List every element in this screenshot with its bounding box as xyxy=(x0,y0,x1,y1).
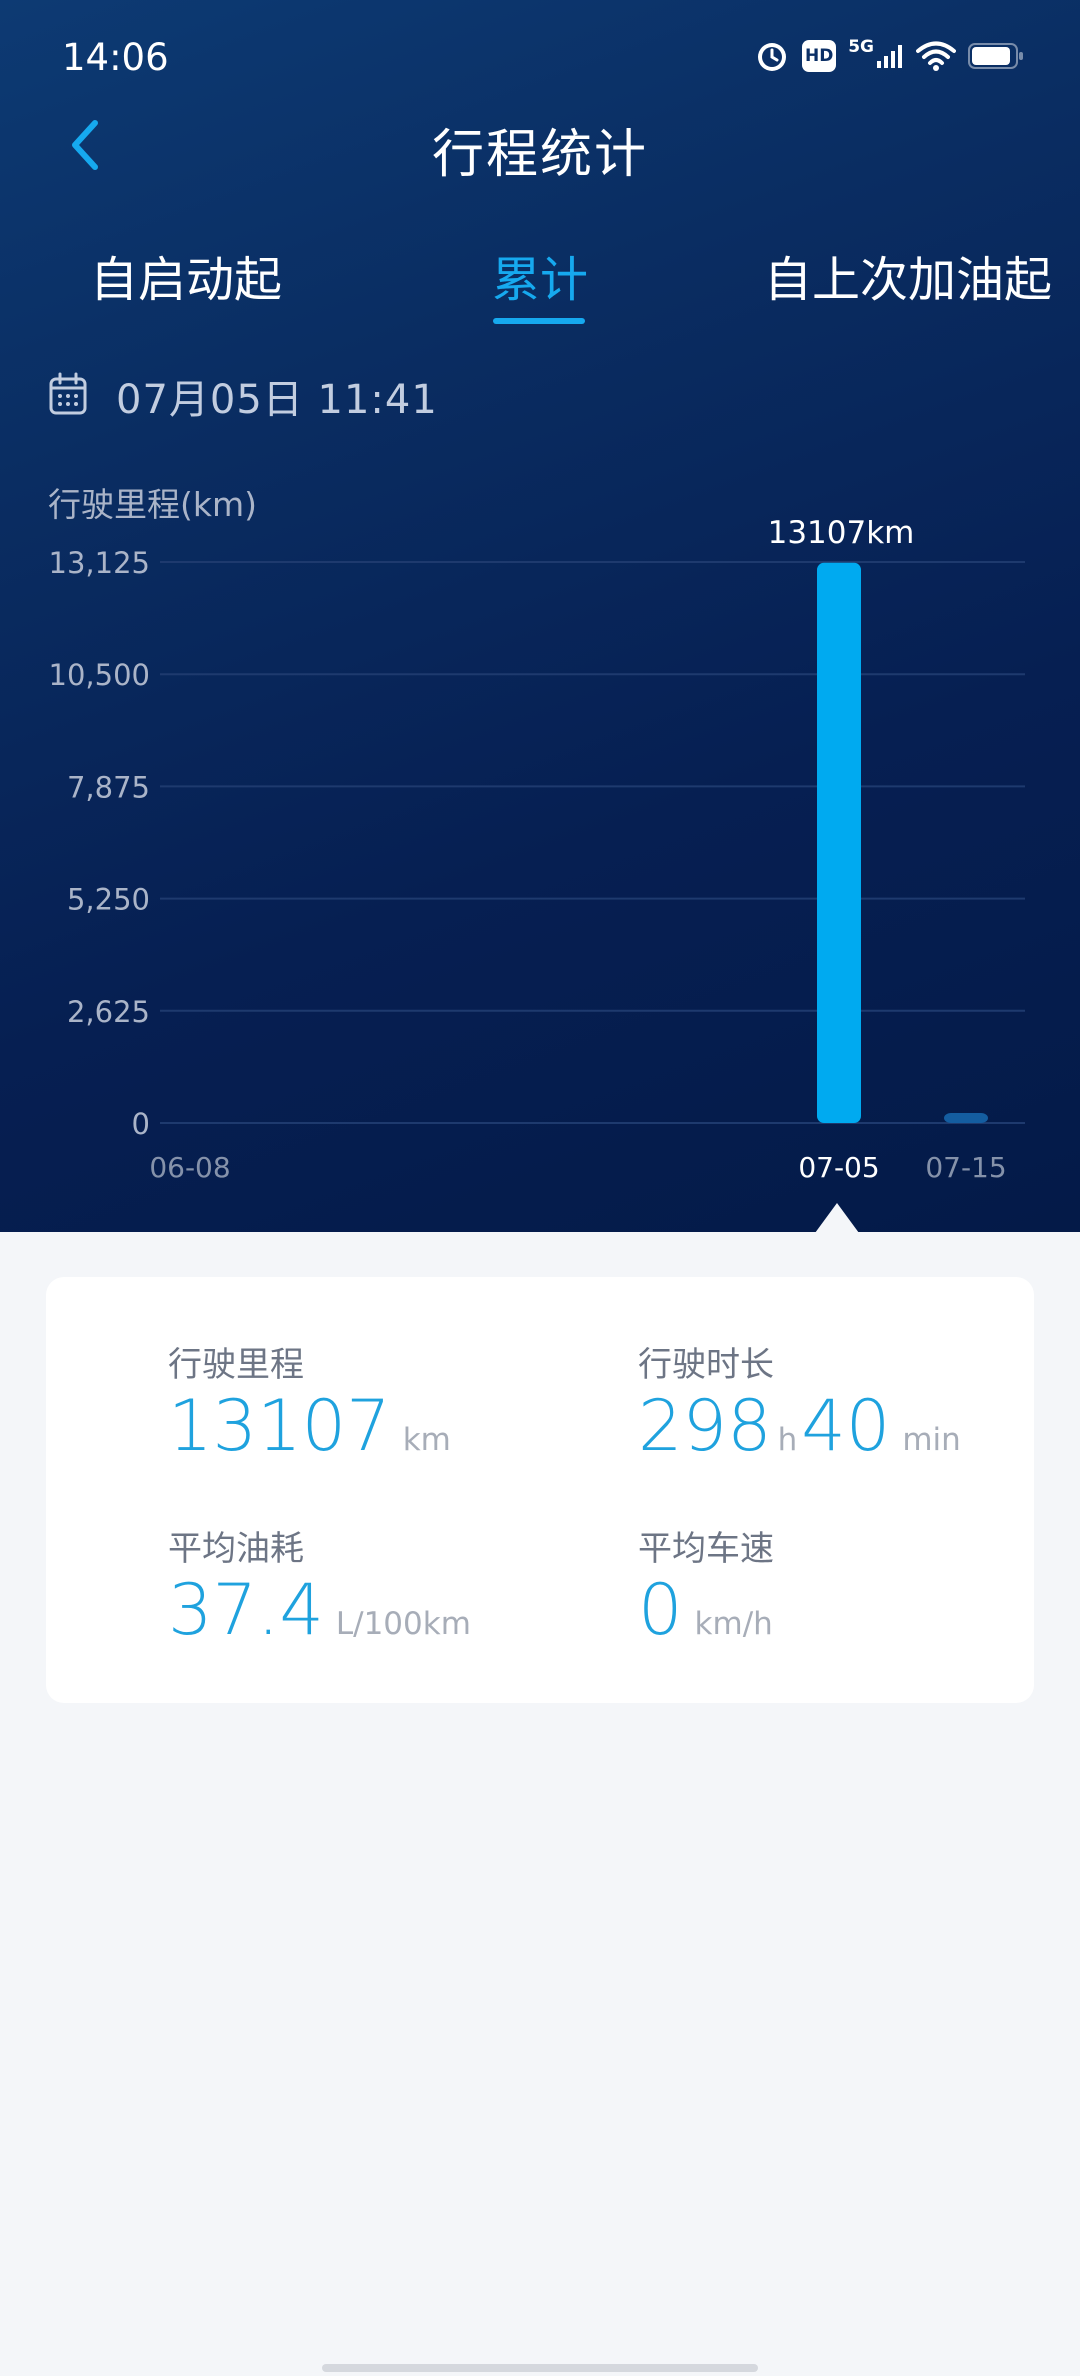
hd-icon: HD xyxy=(802,40,837,72)
network-label: 5G xyxy=(848,37,874,57)
tab-cumulative[interactable]: 累计 xyxy=(492,240,588,310)
bar xyxy=(817,562,861,1123)
stat-duration-minutes-unit: min xyxy=(902,1422,961,1458)
mileage-chart: 0 2,625 5,250 7,875 10,500 13,125 06-08 07-05 07… xyxy=(0,520,1080,1200)
alarm-icon xyxy=(754,38,790,74)
status-icons: HD 5G xyxy=(754,37,1024,74)
stat-speed: 平均车速 0 km/h xyxy=(638,1521,774,1648)
stat-fuel-value: 37.4 xyxy=(168,1569,324,1651)
stat-duration-label: 行驶时长 xyxy=(638,1345,774,1385)
tab-since-start[interactable]: 自启动起 xyxy=(90,240,282,310)
y-tick-label: 10,500 xyxy=(49,658,150,692)
date-row[interactable]: 07月05日 11:41 xyxy=(48,368,438,424)
stat-duration: 行驶时长 298 h 40 min xyxy=(638,1337,961,1464)
tab-bar: 自启动起 累计 自上次加油起 xyxy=(0,240,1080,330)
wifi-icon xyxy=(916,40,956,72)
x-tick-label: 07-15 xyxy=(925,1151,1006,1184)
calendar-icon xyxy=(48,372,88,420)
stat-fuel-unit: L/100km xyxy=(335,1606,471,1642)
stat-distance-label: 行驶里程 xyxy=(168,1345,304,1385)
stat-distance: 行驶里程 13107 km xyxy=(168,1337,451,1464)
signal-5g-icon: 5G xyxy=(848,37,904,69)
home-indicator[interactable] xyxy=(322,2364,758,2372)
stat-speed-value: 0 xyxy=(638,1569,683,1651)
bar-data-label: 13107km xyxy=(768,520,915,551)
selection-pointer xyxy=(815,1203,859,1233)
date-text: 07月05日 11:41 xyxy=(116,377,438,423)
chart-svg: 0 2,625 5,250 7,875 10,500 13,125 06-08 07-05 07… xyxy=(49,520,1025,1184)
chart-y-axis-title: 行驶里程(km) xyxy=(48,485,258,524)
stat-duration-hours-unit: h xyxy=(777,1422,798,1458)
stat-duration-minutes: 40 xyxy=(801,1385,891,1467)
battery-icon xyxy=(968,41,1024,71)
bar xyxy=(944,1113,988,1123)
y-tick-label: 2,625 xyxy=(67,995,150,1029)
y-tick-label: 5,250 xyxy=(67,883,150,917)
hd-label: HD xyxy=(805,46,834,66)
stat-fuel-label: 平均油耗 xyxy=(168,1529,304,1569)
y-tick-label: 0 xyxy=(132,1107,150,1141)
y-tick-label: 7,875 xyxy=(67,770,150,804)
status-time: 14:06 xyxy=(62,36,169,79)
stats-card: 行驶里程 13107 km 行驶时长 298 h 40 min 平均油耗 37.… xyxy=(46,1277,1034,1703)
x-tick-label: 06-08 xyxy=(149,1151,230,1184)
y-tick-label: 13,125 xyxy=(49,546,150,580)
stat-fuel: 平均油耗 37.4 L/100km xyxy=(168,1521,471,1648)
stat-speed-unit: km/h xyxy=(694,1606,773,1642)
page-title: 行程统计 xyxy=(431,125,648,185)
x-tick-label: 07-05 xyxy=(798,1151,879,1184)
tab-since-refuel[interactable]: 自上次加油起 xyxy=(764,240,1052,310)
stat-distance-unit: km xyxy=(402,1422,451,1458)
nav-bar: 行程统计 xyxy=(0,100,1080,190)
stat-distance-value: 13107 xyxy=(168,1385,391,1467)
tab-active-indicator xyxy=(493,318,585,324)
stat-speed-label: 平均车速 xyxy=(638,1529,774,1569)
stat-duration-hours: 298 xyxy=(638,1385,772,1467)
